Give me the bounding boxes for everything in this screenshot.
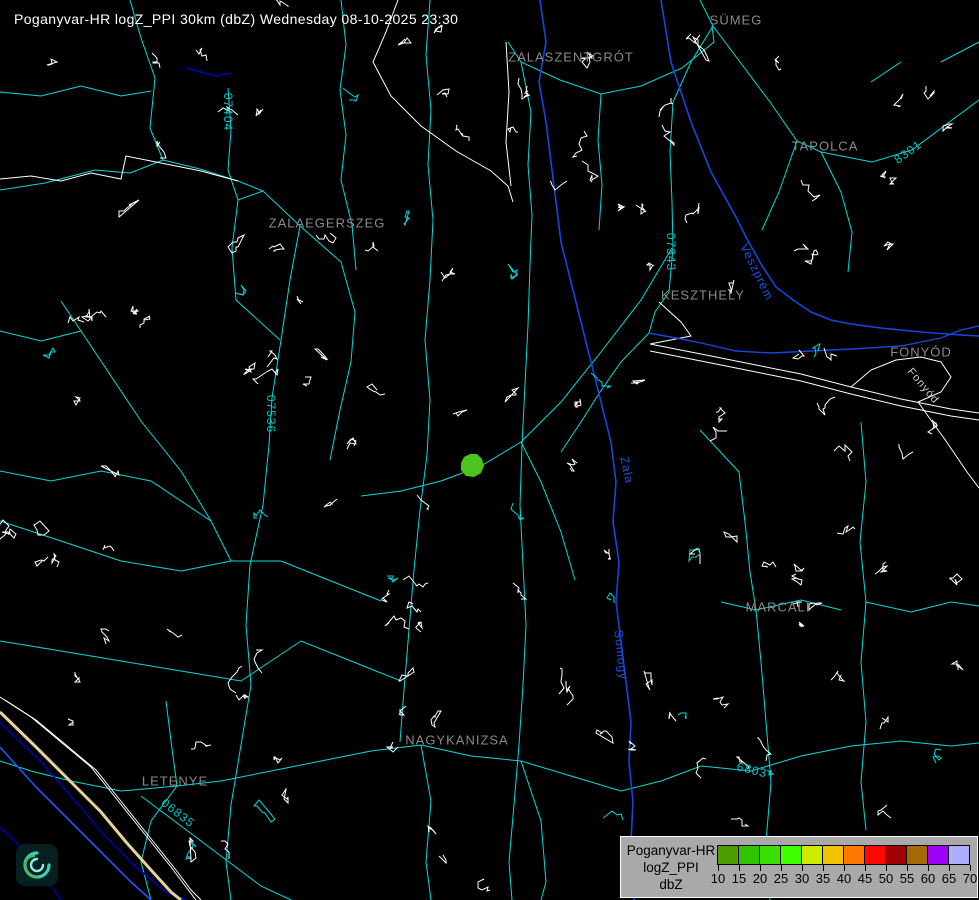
legend-tick-label: 20 — [753, 871, 767, 886]
legend-tick-label: 40 — [837, 871, 851, 886]
legend-line-radar: Poganyvar-HR — [625, 842, 717, 859]
legend-line-product: logZ_PPI — [625, 859, 717, 876]
legend-swatches — [718, 845, 970, 865]
radar-map-canvas — [0, 0, 979, 900]
legend-tick-label: 35 — [816, 871, 830, 886]
legend-tick-label: 50 — [879, 871, 893, 886]
major-roads-layer — [0, 0, 979, 900]
radar-echo-blob — [461, 454, 484, 477]
legend-swatch — [822, 845, 844, 865]
legend-swatch — [801, 845, 823, 865]
legend-tick-label: 65 — [942, 871, 956, 886]
legend-tick-label: 60 — [921, 871, 935, 886]
legend-tick-label: 55 — [900, 871, 914, 886]
radar-echo-layer — [461, 454, 484, 477]
met-service-logo-icon — [16, 844, 58, 886]
legend-tick-label: 25 — [774, 871, 788, 886]
minor-roads-layer — [0, 0, 979, 900]
radar-viewport: Poganyvar-HR logZ_PPI 30km (dbZ) Wednesd… — [0, 0, 979, 900]
legend-swatch — [948, 845, 970, 865]
legend-tick-label: 30 — [795, 871, 809, 886]
legend-swatch — [780, 845, 802, 865]
legend-tick-label: 45 — [858, 871, 872, 886]
legend-line-unit: dbZ — [625, 876, 717, 893]
legend-tick-label: 15 — [732, 871, 746, 886]
legend-swatch — [759, 845, 781, 865]
legend-tick-label: 10 — [711, 871, 725, 886]
rivers-borders-layer — [0, 0, 979, 900]
legend-tick-label: 70 — [963, 871, 977, 886]
legend-swatch — [906, 845, 928, 865]
dbz-legend: Poganyvar-HR logZ_PPI dbZ 10 15 20 25 30 35 40… — [620, 836, 978, 898]
legend-swatch — [927, 845, 949, 865]
legend-swatch — [843, 845, 865, 865]
legend-swatch — [717, 845, 739, 865]
legend-swatch — [738, 845, 760, 865]
legend-swatch — [864, 845, 886, 865]
legend-swatch — [885, 845, 907, 865]
legend-product-text: Poganyvar-HR logZ_PPI dbZ — [625, 842, 717, 893]
